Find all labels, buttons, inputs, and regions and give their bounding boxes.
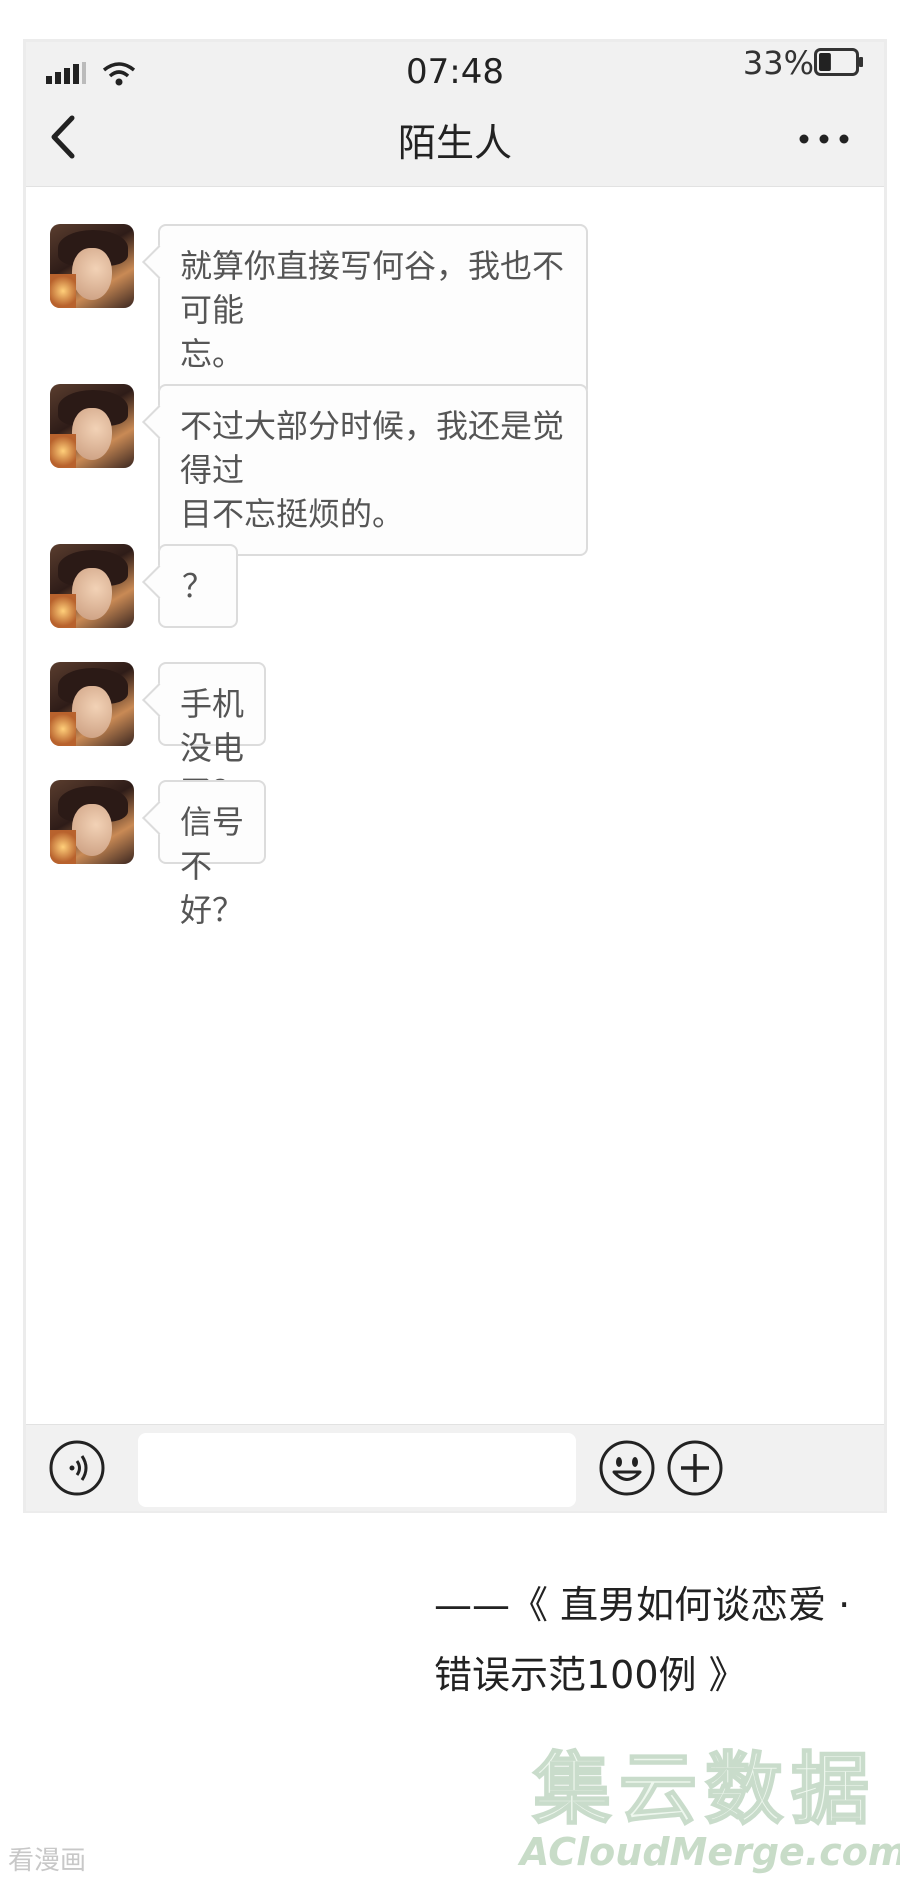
- input-bar: [26, 1424, 884, 1511]
- emoji-icon[interactable]: [598, 1439, 656, 1497]
- message-bubble[interactable]: ？: [158, 544, 239, 628]
- message-input[interactable]: [138, 1433, 576, 1507]
- avatar[interactable]: [50, 384, 134, 468]
- caption-line: ——《 直男如何谈恋爱 ·: [434, 1583, 851, 1627]
- battery-percent: 33%: [742, 44, 814, 82]
- avatar[interactable]: [50, 224, 134, 308]
- message-bubble[interactable]: 不过大部分时候，我还是觉得过 目不忘挺烦的。: [158, 384, 588, 556]
- avatar[interactable]: [50, 780, 134, 864]
- message-bubble[interactable]: 就算你直接写何谷，我也不可能 忘。: [158, 224, 588, 396]
- caption: ——《 直男如何谈恋爱 · 错误示范100例 》: [434, 1570, 850, 1710]
- chat-header: 07:48 33% 陌生人: [26, 42, 884, 187]
- chat-title: 陌生人: [397, 121, 512, 165]
- voice-icon[interactable]: [48, 1439, 106, 1497]
- status-bar: 07:48 33%: [26, 42, 884, 98]
- phone-screen: 07:48 33% 陌生人 就算你直接写何谷，我也不可能 忘。 不过大部分时候，…: [26, 42, 884, 1511]
- watermark-text: 集云数据: [532, 1745, 877, 1835]
- watermark: 集云数据 ACloudMerge.com: [520, 1745, 900, 1874]
- watermark-url: ACloudMerge.com: [520, 1830, 900, 1874]
- battery-icon: [814, 48, 863, 76]
- caption-line: 错误示范100例 》: [434, 1653, 747, 1697]
- site-watermark: 看漫画: [8, 1846, 87, 1876]
- message-bubble[interactable]: 信号不好？: [158, 780, 266, 929]
- avatar[interactable]: [50, 662, 134, 746]
- more-dots-icon[interactable]: [794, 124, 854, 154]
- avatar[interactable]: [50, 544, 134, 628]
- message-bubble[interactable]: 手机没电了？: [158, 662, 266, 811]
- message-list: 就算你直接写何谷，我也不可能 忘。 不过大部分时候，我还是觉得过 目不忘挺烦的。…: [26, 186, 884, 1424]
- plus-icon[interactable]: [666, 1439, 724, 1497]
